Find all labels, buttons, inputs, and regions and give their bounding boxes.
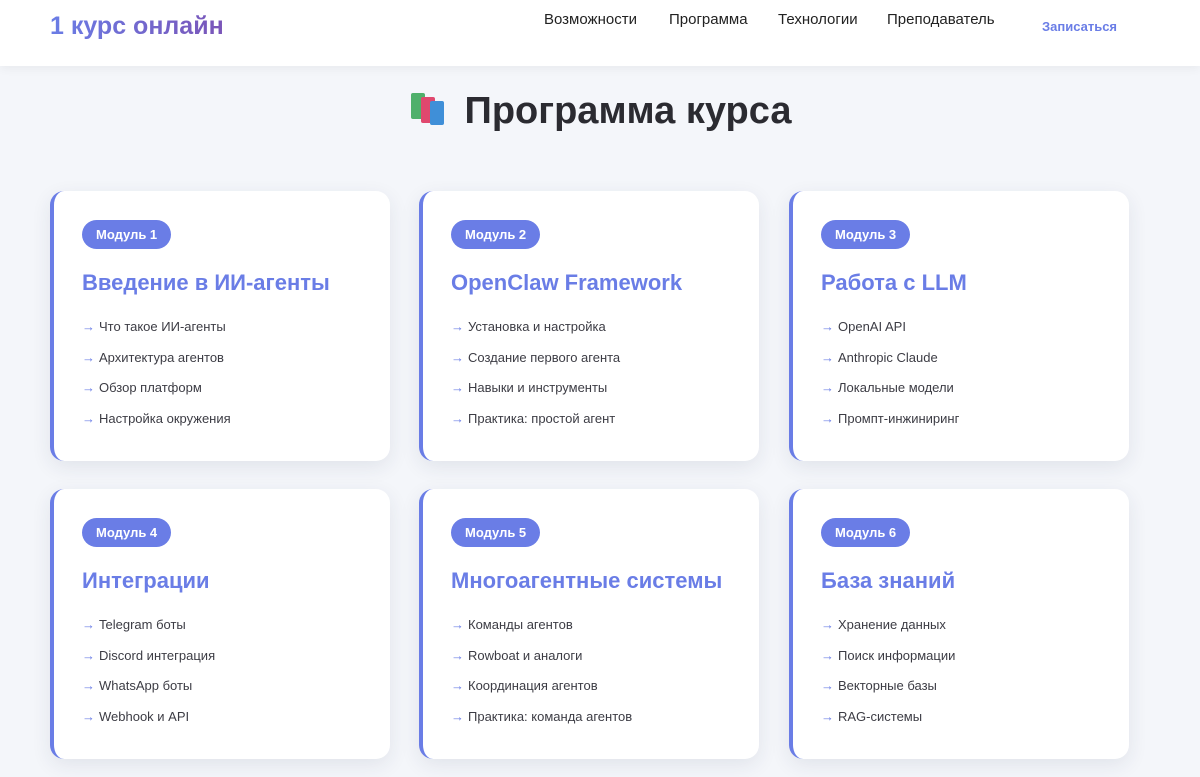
topic-item: → Telegram боты bbox=[82, 617, 186, 632]
topic-item: → Векторные базы bbox=[821, 678, 937, 693]
arrow-right-icon: → bbox=[821, 708, 834, 724]
signup-button[interactable]: Записаться bbox=[1042, 19, 1117, 34]
topic-item: → Навыки и инструменты bbox=[451, 380, 608, 395]
topic-item: → Практика: команда агентов bbox=[451, 708, 633, 724]
topic-item: → Координация агентов bbox=[451, 678, 598, 693]
module-title: Введение в ИИ-агенты bbox=[82, 270, 330, 295]
arrow-right-icon: → bbox=[451, 319, 464, 334]
module-topic-list: → Telegram боты → Discord интеграция → What… bbox=[82, 617, 215, 739]
module-title: Многоагентные системы bbox=[451, 568, 723, 593]
arrow-right-icon: → bbox=[82, 678, 95, 693]
arrow-right-icon: → bbox=[451, 349, 464, 365]
arrow-right-icon: → bbox=[821, 349, 834, 365]
topic-item: → Что такое ИИ-агенты bbox=[82, 319, 226, 334]
module-badge: Модуль 4 bbox=[82, 518, 172, 547]
nav-link-technologies[interactable]: Технологии bbox=[778, 11, 858, 28]
arrow-right-icon: → bbox=[82, 380, 95, 395]
topic-item: → RAG-системы bbox=[821, 708, 923, 724]
module-card-4: Модуль 4 Интеграции → Telegram боты → Disc… bbox=[50, 489, 390, 759]
books-icon bbox=[409, 91, 451, 127]
module-title: База знаний bbox=[821, 568, 956, 593]
topic-item: → Установка и настройка bbox=[451, 319, 606, 334]
topic-item: → Хранение данных bbox=[821, 617, 946, 632]
arrow-right-icon: → bbox=[821, 319, 834, 334]
arrow-right-icon: → bbox=[451, 647, 464, 663]
topic-item: → Rowboat и аналоги bbox=[451, 647, 583, 663]
arrow-right-icon: → bbox=[82, 617, 95, 632]
topic-item: → Промпт-инжиниринг bbox=[821, 410, 960, 426]
arrow-right-icon: → bbox=[82, 349, 95, 365]
arrow-right-icon: → bbox=[451, 678, 464, 693]
module-topic-list: → Хранение данных → Поиск информации → Вект… bbox=[821, 617, 955, 739]
topic-item: → WhatsApp боты bbox=[82, 678, 193, 693]
topic-item: → Обзор платформ bbox=[82, 380, 202, 395]
module-badge: Модуль 3 bbox=[821, 220, 911, 249]
topic-item: → Команды агентов bbox=[451, 617, 573, 632]
arrow-right-icon: → bbox=[821, 617, 834, 632]
module-title: Интеграции bbox=[82, 568, 210, 593]
module-card-3: Модуль 3 Работа с LLM → OpenAI API → Anthr… bbox=[789, 191, 1129, 461]
arrow-right-icon: → bbox=[82, 319, 95, 334]
nav-link-program[interactable]: Программа bbox=[669, 11, 748, 28]
topic-item: → Поиск информации bbox=[821, 647, 956, 663]
main-nav: Возможности Программа Технологии Препода… bbox=[0, 11, 1200, 34]
topic-item: → OpenAI API bbox=[821, 319, 906, 334]
module-card-5: Модуль 5 Многоагентные системы → Команды … bbox=[419, 489, 759, 759]
topic-item: → Локальные модели bbox=[821, 380, 954, 395]
nav-link-features[interactable]: Возможности bbox=[544, 11, 637, 28]
site-header: 1 курс онлайн Возможности Программа Техн… bbox=[0, 0, 1200, 66]
topic-item: → Webhook и API bbox=[82, 708, 190, 724]
arrow-right-icon: → bbox=[451, 708, 464, 724]
section-title: Программа курса bbox=[464, 90, 792, 132]
module-card-6: Модуль 6 База знаний → Хранение данных → П… bbox=[789, 489, 1129, 759]
topic-item: → Discord интеграция bbox=[82, 647, 216, 663]
module-card-1: Модуль 1 Введение в ИИ-агенты → Что такое… bbox=[50, 191, 390, 461]
arrow-right-icon: → bbox=[821, 678, 834, 693]
module-topic-list: → Установка и настройка → Создание первого… bbox=[451, 319, 620, 441]
topic-item: → Настройка окружения bbox=[82, 410, 231, 426]
arrow-right-icon: → bbox=[821, 380, 834, 395]
module-badge: Модуль 5 bbox=[451, 518, 541, 547]
arrow-right-icon: → bbox=[821, 410, 834, 426]
arrow-right-icon: → bbox=[451, 380, 464, 395]
module-title: Работа с LLM bbox=[821, 270, 967, 295]
module-badge: Модуль 1 bbox=[82, 220, 172, 249]
arrow-right-icon: → bbox=[82, 708, 95, 724]
topic-item: → Архитектура агентов bbox=[82, 349, 224, 365]
module-badge: Модуль 6 bbox=[821, 518, 911, 547]
topic-item: → Создание первого агента bbox=[451, 349, 621, 365]
module-title: OpenClaw Framework bbox=[451, 270, 683, 295]
arrow-right-icon: → bbox=[82, 410, 95, 426]
arrow-right-icon: → bbox=[451, 410, 464, 426]
module-card-2: Модуль 2 OpenClaw Framework → Установка и… bbox=[419, 191, 759, 461]
topic-item: → Практика: простой агент bbox=[451, 410, 616, 426]
arrow-right-icon: → bbox=[821, 647, 834, 663]
arrow-right-icon: → bbox=[82, 647, 95, 663]
nav-link-teacher[interactable]: Преподаватель bbox=[887, 11, 995, 28]
arrow-right-icon: → bbox=[451, 617, 464, 632]
topic-item: → Anthropic Claude bbox=[821, 349, 938, 365]
module-badge: Модуль 2 bbox=[451, 220, 541, 249]
module-topic-list: → Что такое ИИ-агенты → Архитектура агенто… bbox=[82, 319, 231, 441]
module-topic-list: → Команды агентов → Rowboat и аналоги → Коо… bbox=[451, 617, 632, 739]
module-topic-list: → OpenAI API → Anthropic Claude → Локальные… bbox=[821, 319, 959, 441]
section-heading: Программа курса bbox=[0, 90, 1200, 133]
